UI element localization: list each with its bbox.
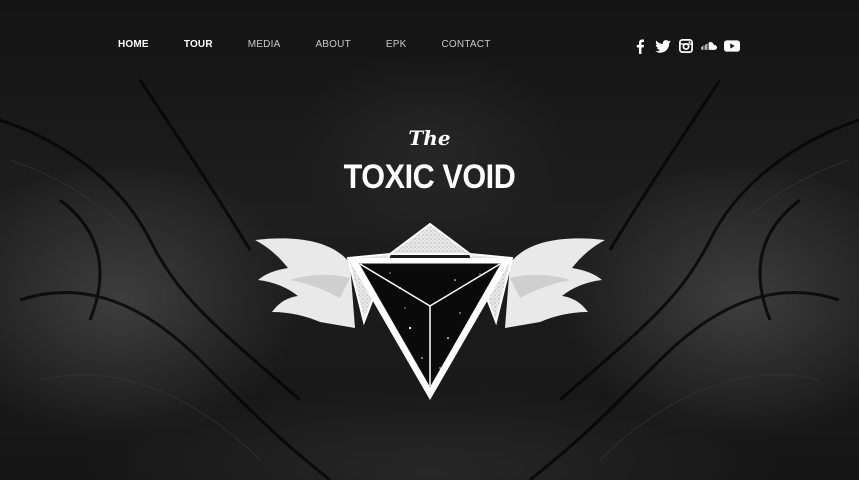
- instagram-icon[interactable]: [678, 38, 694, 54]
- band-logo-emblem: [250, 218, 610, 413]
- nav-about[interactable]: ABOUT: [315, 38, 350, 52]
- band-name-title: TOXIC VOID: [343, 158, 516, 196]
- youtube-icon[interactable]: [724, 38, 740, 54]
- band-name-prefix: The: [408, 126, 451, 150]
- nav-epk[interactable]: EPK: [386, 38, 407, 52]
- soundcloud-icon[interactable]: [701, 38, 717, 54]
- nav-media[interactable]: MEDIA: [248, 38, 281, 52]
- nav-tour[interactable]: TOUR: [184, 38, 213, 52]
- social-links: [632, 38, 740, 54]
- left-wing-icon: [255, 238, 355, 328]
- nav-contact[interactable]: CONTACT: [442, 38, 491, 52]
- right-wing-icon: [505, 238, 605, 328]
- twitter-icon[interactable]: [655, 38, 671, 54]
- main-nav: HOME TOUR MEDIA ABOUT EPK CONTACT: [118, 38, 526, 52]
- nav-home[interactable]: HOME: [118, 38, 149, 52]
- facebook-icon[interactable]: [632, 38, 648, 54]
